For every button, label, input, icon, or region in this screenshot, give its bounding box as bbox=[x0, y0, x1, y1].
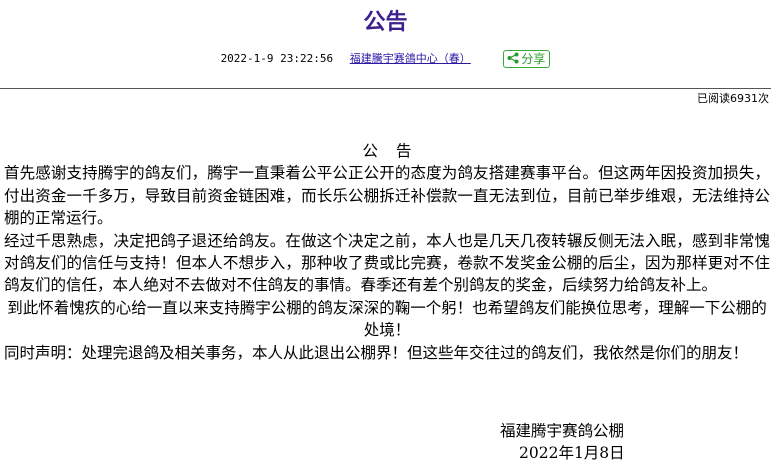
paragraph-intro: 首先感谢支持腾宇的鸽友们，腾宇一直秉着公平公正公开的态度为鸽友搭建赛事平台。但这… bbox=[4, 164, 770, 228]
paragraph-decision: 经过千思熟虑，决定把鸽子退还给鸽友。在做这个决定之前，本人也是几天几夜转辗反侧无… bbox=[4, 231, 770, 295]
author-link[interactable]: 福建騰宇赛鴿中心（春） bbox=[350, 52, 471, 65]
article-body: 公告 首先感谢支持腾宇的鸽友们，腾宇一直秉着公平公正公开的态度为鸽友搭建赛事平台… bbox=[4, 140, 770, 364]
post-meta: 2022-1-9 23:22:56 福建騰宇赛鴿中心（春） 分享 bbox=[0, 50, 771, 68]
signature-date: 2022年1月8日 bbox=[519, 444, 625, 462]
share-button[interactable]: 分享 bbox=[503, 50, 551, 68]
signature-name: 福建腾宇赛鸽公棚 bbox=[500, 422, 625, 440]
read-count: 已阅读6931次 bbox=[697, 92, 769, 105]
header-divider bbox=[0, 88, 771, 89]
paragraph-apology: 到此怀着愧疚的心给一直以来支持腾宇公棚的鸽友深深的鞠一个躬！也希望鸽友们能换位思… bbox=[7, 298, 767, 340]
share-label: 分享 bbox=[521, 52, 546, 66]
share-icon bbox=[507, 52, 519, 64]
paragraph-statement: 同时声明：处理完退鸽及相关事务，本人从此退出公棚界！但这些年交往过的鸽友们，我依… bbox=[4, 343, 749, 362]
page-title: 公告 bbox=[363, 10, 408, 35]
page: 公告 2022-1-9 23:22:56 福建騰宇赛鴿中心（春） 分享 已阅读6… bbox=[0, 0, 771, 468]
article-heading: 公告 bbox=[362, 142, 430, 160]
post-datetime: 2022-1-9 23:22:56 bbox=[220, 52, 334, 65]
